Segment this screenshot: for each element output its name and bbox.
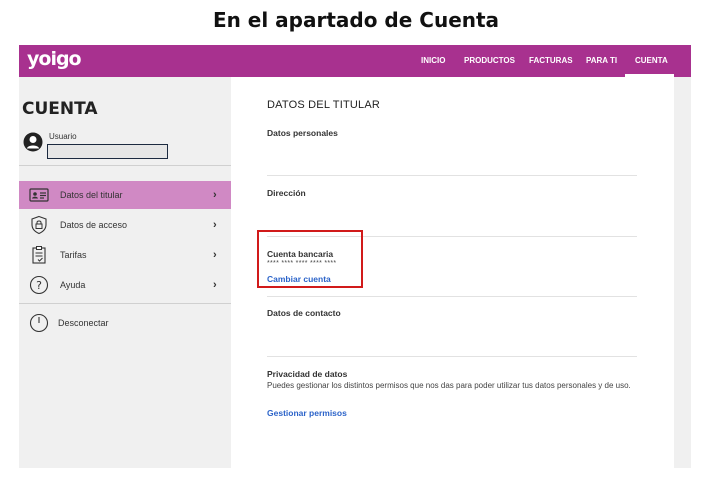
main-content: DATOS DEL TITULAR Datos personales Direc… [231,77,674,468]
privacy-description: Puedes gestionar los distintos permisos … [267,381,631,390]
shield-lock-icon [31,215,47,235]
yoigo-logo[interactable]: yoigo [27,48,82,70]
section-divider [267,356,637,357]
manage-permissions-link[interactable]: Gestionar permisos [267,408,347,418]
chevron-right-icon: › [213,219,217,231]
sidebar-item-label: Tarifas [60,250,87,260]
nav-facturas[interactable]: FACTURAS [529,56,573,65]
sidebar-item-label: Datos de acceso [60,220,128,230]
contact-heading: Datos de contacto [267,308,341,318]
section-divider [267,175,637,176]
chevron-right-icon: › [213,249,217,261]
user-avatar-icon [23,132,43,152]
section-divider [267,296,637,297]
sidebar-item-ayuda[interactable]: ? Ayuda › [19,271,231,299]
sidebar-divider [19,303,231,304]
logout-label: Desconectar [58,318,109,328]
nav-productos[interactable]: PRODUCTOS [464,56,515,65]
svg-text:?: ? [36,279,42,292]
sidebar-divider [19,165,231,166]
account-sidebar: CUENTA Usuario Datos del titular › Datos… [19,77,231,468]
personal-data-heading: Datos personales [267,128,338,138]
sidebar-item-label: Ayuda [60,280,86,290]
user-label: Usuario [49,132,77,141]
sidebar-item-label: Datos del titular [60,190,123,200]
top-navbar: yoigo INICIO PRODUCTOS FACTURAS PARA TI … [19,45,691,77]
nav-cuenta[interactable]: CUENTA [635,56,668,65]
bank-account-highlight [257,230,363,288]
page-caption: En el apartado de Cuenta [212,8,500,32]
sidebar-item-datos-titular[interactable]: Datos del titular › [19,181,231,209]
right-gutter [674,77,691,468]
page-title: DATOS DEL TITULAR [267,99,381,111]
privacy-heading: Privacidad de datos [267,369,348,379]
power-icon [29,313,49,333]
sidebar-title: CUENTA [22,99,98,119]
logout-button[interactable]: Desconectar [19,309,231,337]
app-window: yoigo INICIO PRODUCTOS FACTURAS PARA TI … [19,45,691,468]
user-name-field [47,144,168,159]
help-circle-icon: ? [29,275,49,295]
chevron-right-icon: › [213,189,217,201]
id-card-icon [29,188,49,202]
sidebar-item-tarifas[interactable]: Tarifas › [19,241,231,269]
nav-para-ti[interactable]: PARA TI [586,56,617,65]
clipboard-icon [32,246,46,264]
sidebar-item-datos-acceso[interactable]: Datos de acceso › [19,211,231,239]
chevron-right-icon: › [213,279,217,291]
nav-inicio[interactable]: INICIO [421,56,445,65]
address-heading: Dirección [267,188,306,198]
